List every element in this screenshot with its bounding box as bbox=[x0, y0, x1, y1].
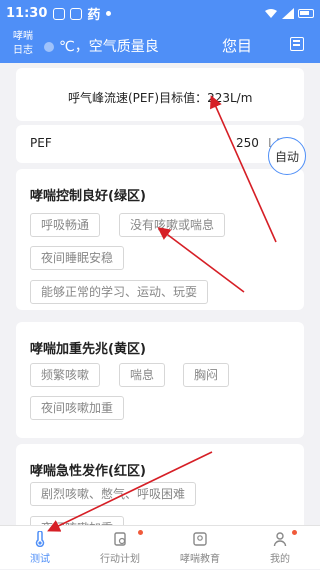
battery-icon bbox=[298, 9, 314, 18]
status-right bbox=[264, 8, 314, 19]
symptom-chip[interactable]: 胸闷 bbox=[183, 363, 230, 387]
yellow-zone-card: 哮喘加重先兆(黄区) 频繁咳嗽 喘息 胸闷 夜间咳嗽加重 bbox=[16, 322, 304, 438]
red-zone-card: 哮喘急性发作(红区) 剧烈咳嗽、憋气、呼吸困难 夜间咳嗽加重 bbox=[16, 444, 304, 525]
app-header: 哮喘 日志 ℃，空气质量良 您目 bbox=[0, 27, 320, 63]
green-zone-card: 哮喘控制良好(绿区) 呼吸畅通 没有咳嗽或喘息 夜间睡眠安稳 能够正常的学习、运… bbox=[16, 169, 304, 310]
tab-test[interactable]: 测试 bbox=[0, 526, 80, 570]
tab-me[interactable]: 我的 bbox=[240, 526, 320, 570]
symptom-chip[interactable]: 呼吸畅通 bbox=[30, 213, 101, 237]
status-app-name: 药 bbox=[87, 8, 101, 23]
symptom-chip[interactable]: 频繁咳嗽 bbox=[30, 363, 101, 387]
tab-action-plan[interactable]: 行动计划 bbox=[80, 526, 160, 570]
symptom-chip[interactable]: 没有咳嗽或喘息 bbox=[119, 213, 226, 237]
symptom-chip[interactable]: 夜间咳嗽加重 bbox=[30, 396, 125, 420]
app-icon bbox=[53, 7, 66, 20]
thermometer-icon bbox=[35, 531, 45, 547]
clipboard-icon bbox=[114, 532, 126, 546]
zone-title: 哮喘加重先兆(黄区) bbox=[30, 342, 146, 357]
pef-input-row[interactable]: PEF 250 L/m bbox=[16, 125, 304, 163]
doctor-icon bbox=[193, 532, 207, 546]
app-icon bbox=[70, 7, 83, 20]
symptom-chip[interactable]: 剧烈咳嗽、憋气、呼吸困难 bbox=[30, 482, 197, 506]
pef-target-card: 呼气峰流速(PEF)目标值：223L/m bbox=[16, 68, 304, 121]
calendar-icon[interactable] bbox=[290, 37, 304, 51]
symptom-chip[interactable]: 夜间咳嗽加重 bbox=[30, 516, 125, 525]
pef-target-label: 呼气峰流速(PEF)目标值：223L/m bbox=[68, 91, 253, 105]
location-title: 您目 bbox=[222, 37, 253, 55]
bottom-tab-bar: 测试 行动计划 哮喘教育 我的 bbox=[0, 525, 320, 569]
zone-title: 哮喘急性发作(红区) bbox=[30, 464, 146, 479]
notification-dot-icon bbox=[106, 11, 112, 16]
status-time: 11:30 bbox=[6, 6, 48, 21]
person-icon bbox=[273, 532, 287, 547]
tab-badge bbox=[138, 530, 143, 535]
symptom-chip[interactable]: 夜间睡眠安稳 bbox=[30, 246, 125, 270]
wifi-icon bbox=[265, 9, 277, 18]
app-logo: 哮喘 日志 bbox=[13, 31, 33, 56]
signal-icon bbox=[282, 8, 294, 19]
symptom-chip[interactable]: 喘息 bbox=[119, 363, 166, 387]
tab-badge bbox=[292, 530, 297, 535]
tab-asthma-education[interactable]: 哮喘教育 bbox=[160, 526, 240, 570]
symptom-chip[interactable]: 能够正常的学习、运动、玩耍 bbox=[30, 280, 209, 304]
weather-icon bbox=[44, 42, 54, 52]
status-bar: 11:30 药 bbox=[0, 0, 320, 27]
weather-info: ℃，空气质量良 bbox=[44, 36, 159, 56]
pef-value-field[interactable]: 250 bbox=[236, 136, 259, 150]
zone-title: 哮喘控制良好(绿区) bbox=[30, 189, 146, 204]
auto-button[interactable]: 自动 bbox=[268, 137, 306, 175]
pef-label: PEF bbox=[30, 136, 52, 150]
main-content[interactable]: 呼气峰流速(PEF)目标值：223L/m PEF 250 L/m 哮喘控制良好(… bbox=[0, 63, 320, 525]
